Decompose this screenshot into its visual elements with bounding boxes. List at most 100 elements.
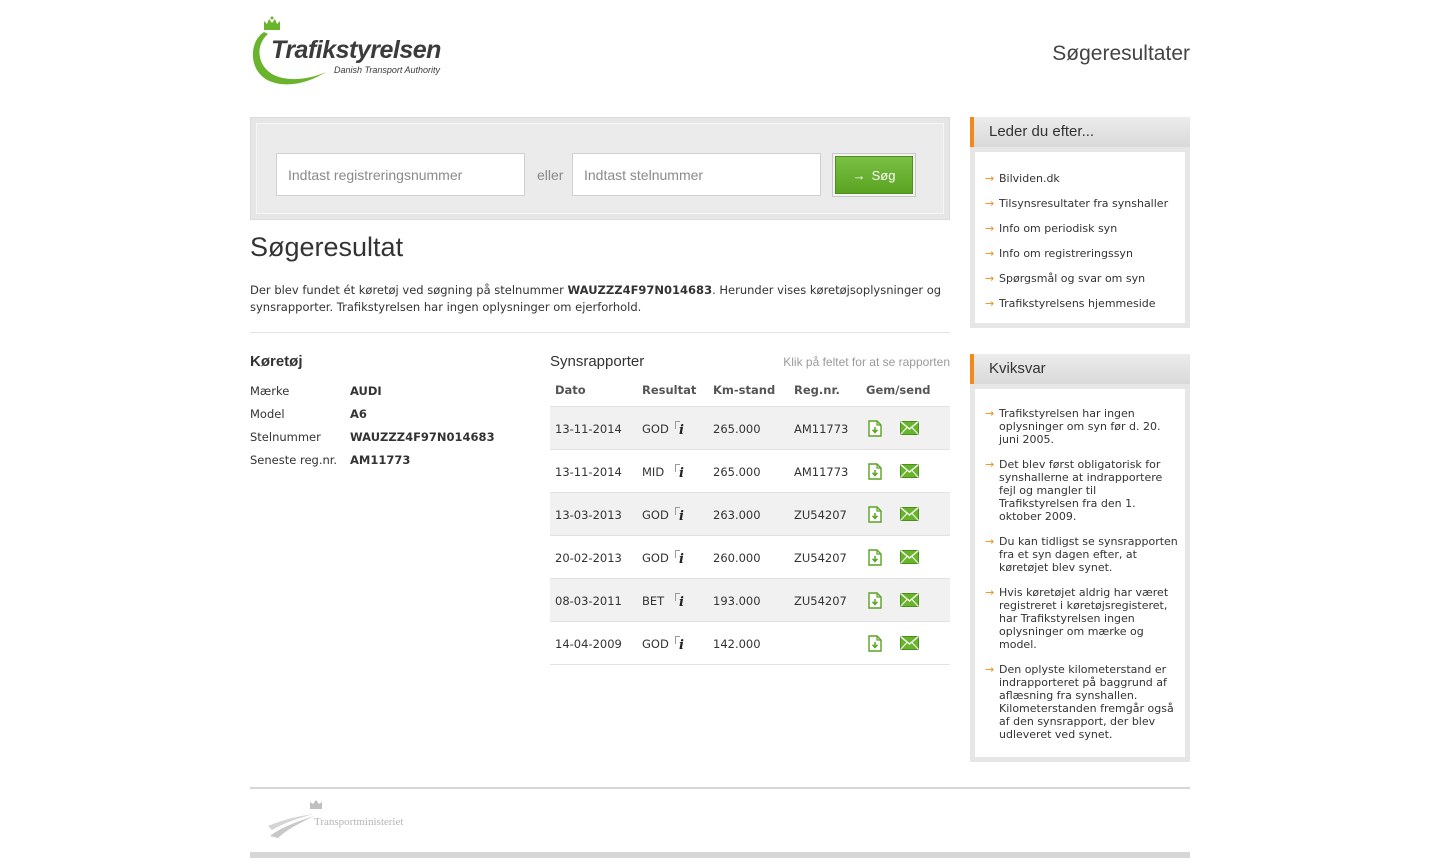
report-date: 13-11-2014 — [555, 422, 622, 436]
table-row[interactable]: 13-11-2014 MID 265.000 AM11773 i — [550, 449, 950, 492]
column-header-km: Km-stand — [713, 383, 776, 397]
arrow-right-icon: → — [985, 407, 995, 420]
reports-title: Synsrapporter — [550, 353, 645, 370]
save-pdf-icon[interactable] — [868, 506, 882, 523]
save-pdf-icon[interactable] — [868, 420, 882, 437]
table-row[interactable]: 08-03-2011 BET 193.000 ZU54207 i — [550, 578, 950, 621]
report-km: 142.000 — [713, 637, 761, 651]
sidebar-link[interactable]: → Spørgsmål og svar om syn — [985, 272, 1179, 285]
column-header-result: Resultat — [642, 383, 697, 397]
sidebar-link-label: Tilsynsresultater fra synshaller — [999, 197, 1169, 210]
search-panel-inner: eller → Søg — [256, 123, 944, 214]
arrow-right-icon: → — [985, 172, 995, 185]
save-pdf-icon[interactable] — [868, 549, 882, 566]
vin-input[interactable] — [572, 153, 821, 196]
send-mail-icon[interactable] — [900, 635, 919, 650]
sidebar-links-box: Leder du efter... → Bilviden.dk → Tilsynsre… — [970, 117, 1190, 328]
arrow-right-icon: → — [985, 586, 995, 599]
send-mail-icon[interactable] — [900, 506, 919, 521]
save-pdf-icon[interactable] — [868, 463, 882, 480]
footer-bar — [250, 852, 1190, 858]
vehicle-label: Model — [250, 407, 285, 421]
report-date: 13-11-2014 — [555, 465, 622, 479]
page: Trafikstyrelsen Danish Transport Authori… — [250, 0, 1190, 867]
table-row[interactable]: 20-02-2013 GOD 260.000 ZU54207 i — [550, 535, 950, 578]
or-label: eller — [537, 167, 564, 183]
table-row[interactable]: 14-04-2009 GOD 142.000 i — [550, 621, 950, 664]
send-mail-icon[interactable] — [900, 592, 919, 607]
report-result: GOD — [642, 422, 669, 436]
svg-text:i: i — [679, 466, 684, 479]
arrow-right-icon: → — [985, 197, 995, 210]
result-text-before: Der blev fundet ét køretøj ved søgning p… — [250, 283, 568, 297]
report-result: GOD — [642, 637, 669, 651]
arrow-right-icon: → — [985, 297, 995, 310]
column-header-save-send: Gem/send — [866, 383, 931, 397]
svg-text:i: i — [679, 595, 684, 608]
registration-number-input[interactable] — [276, 153, 525, 196]
report-result: BET — [642, 594, 665, 608]
arrow-right-icon: → — [985, 222, 995, 235]
sidebar-link-label: Bilviden.dk — [999, 172, 1060, 185]
vehicle-label: Mærke — [250, 384, 290, 398]
sidebar-links-title: Leder du efter... — [989, 123, 1095, 140]
sidebar-link-label: Info om registreringssyn — [999, 247, 1133, 260]
save-pdf-icon[interactable] — [868, 592, 882, 609]
report-reg: ZU54207 — [794, 551, 847, 565]
faq-text: Hvis køretøjet aldrig har været registre… — [999, 586, 1169, 651]
vehicle-value: AM11773 — [350, 453, 411, 467]
trafikstyrelsen-logo[interactable]: Trafikstyrelsen Danish Transport Authori… — [250, 16, 460, 88]
info-icon[interactable]: i — [674, 420, 688, 438]
page-heading: Søgeresultater — [1052, 42, 1190, 65]
reports-table-header: Dato Resultat Km-stand Reg.nr. Gem/send — [550, 383, 950, 405]
arrow-right-icon: → — [985, 535, 995, 548]
report-km: 263.000 — [713, 508, 761, 522]
search-button[interactable]: → Søg — [835, 156, 913, 194]
report-date: 08-03-2011 — [555, 594, 622, 608]
info-icon[interactable]: i — [674, 592, 688, 610]
save-pdf-icon[interactable] — [868, 635, 882, 652]
ministry-name: Transportministeriet — [314, 816, 404, 828]
report-result: GOD — [642, 551, 669, 565]
sidebar-links-header: Leder du efter... — [970, 117, 1190, 147]
report-reg: ZU54207 — [794, 508, 847, 522]
sidebar-link[interactable]: → Info om periodisk syn — [985, 222, 1179, 235]
faq-item: → Den oplyste kilometerstand er indrappor… — [985, 663, 1179, 741]
transportministeriet-logo[interactable]: Transportministeriet — [268, 798, 448, 840]
report-reg: ZU54207 — [794, 594, 847, 608]
faq-item: → Du kan tidligst se synsrapporten fra et… — [985, 535, 1179, 574]
vehicle-value: A6 — [350, 407, 367, 421]
report-km: 265.000 — [713, 465, 761, 479]
arrow-right-icon: → — [852, 167, 866, 183]
search-button-label: Søg — [871, 167, 896, 183]
vehicle-value: AUDI — [350, 384, 382, 398]
sidebar-links-body: → Bilviden.dk → Tilsynsresultater fra synsh… — [975, 152, 1185, 323]
faq-text: Trafikstyrelsen har ingen oplysninger om… — [999, 407, 1161, 446]
column-header-date: Dato — [555, 383, 586, 397]
sidebar-link[interactable]: → Trafikstyrelsens hjemmeside — [985, 297, 1179, 310]
svg-text:i: i — [679, 423, 684, 436]
report-reg: AM11773 — [794, 465, 849, 479]
search-panel: eller → Søg — [250, 117, 950, 220]
report-reg: AM11773 — [794, 422, 849, 436]
sidebar-link[interactable]: → Bilviden.dk — [985, 172, 1179, 185]
send-mail-icon[interactable] — [900, 420, 919, 435]
table-row[interactable]: 13-11-2014 GOD 265.000 AM11773 i — [550, 406, 950, 449]
result-description: Der blev fundet ét køretøj ved søgning p… — [250, 282, 950, 316]
info-icon[interactable]: i — [674, 549, 688, 567]
info-icon[interactable]: i — [674, 506, 688, 524]
arrow-right-icon: → — [985, 272, 995, 285]
send-mail-icon[interactable] — [900, 549, 919, 564]
result-title: Søgeresultat — [250, 232, 404, 262]
send-mail-icon[interactable] — [900, 463, 919, 478]
table-row[interactable]: 13-03-2013 GOD 263.000 ZU54207 i — [550, 492, 950, 535]
faq-text: Du kan tidligst se synsrapporten fra et … — [999, 535, 1178, 574]
sidebar-faq-body: → Trafikstyrelsen har ingen oplysninger o… — [975, 389, 1185, 757]
sidebar-link[interactable]: → Info om registreringssyn — [985, 247, 1179, 260]
sidebar-link-label: Spørgsmål og svar om syn — [999, 272, 1146, 285]
info-icon[interactable]: i — [674, 635, 688, 653]
sidebar-link[interactable]: → Tilsynsresultater fra synshaller — [985, 197, 1179, 210]
reports-hint: Klik på feltet for at se rapporten — [783, 355, 950, 369]
divider — [250, 332, 950, 333]
info-icon[interactable]: i — [674, 463, 688, 481]
